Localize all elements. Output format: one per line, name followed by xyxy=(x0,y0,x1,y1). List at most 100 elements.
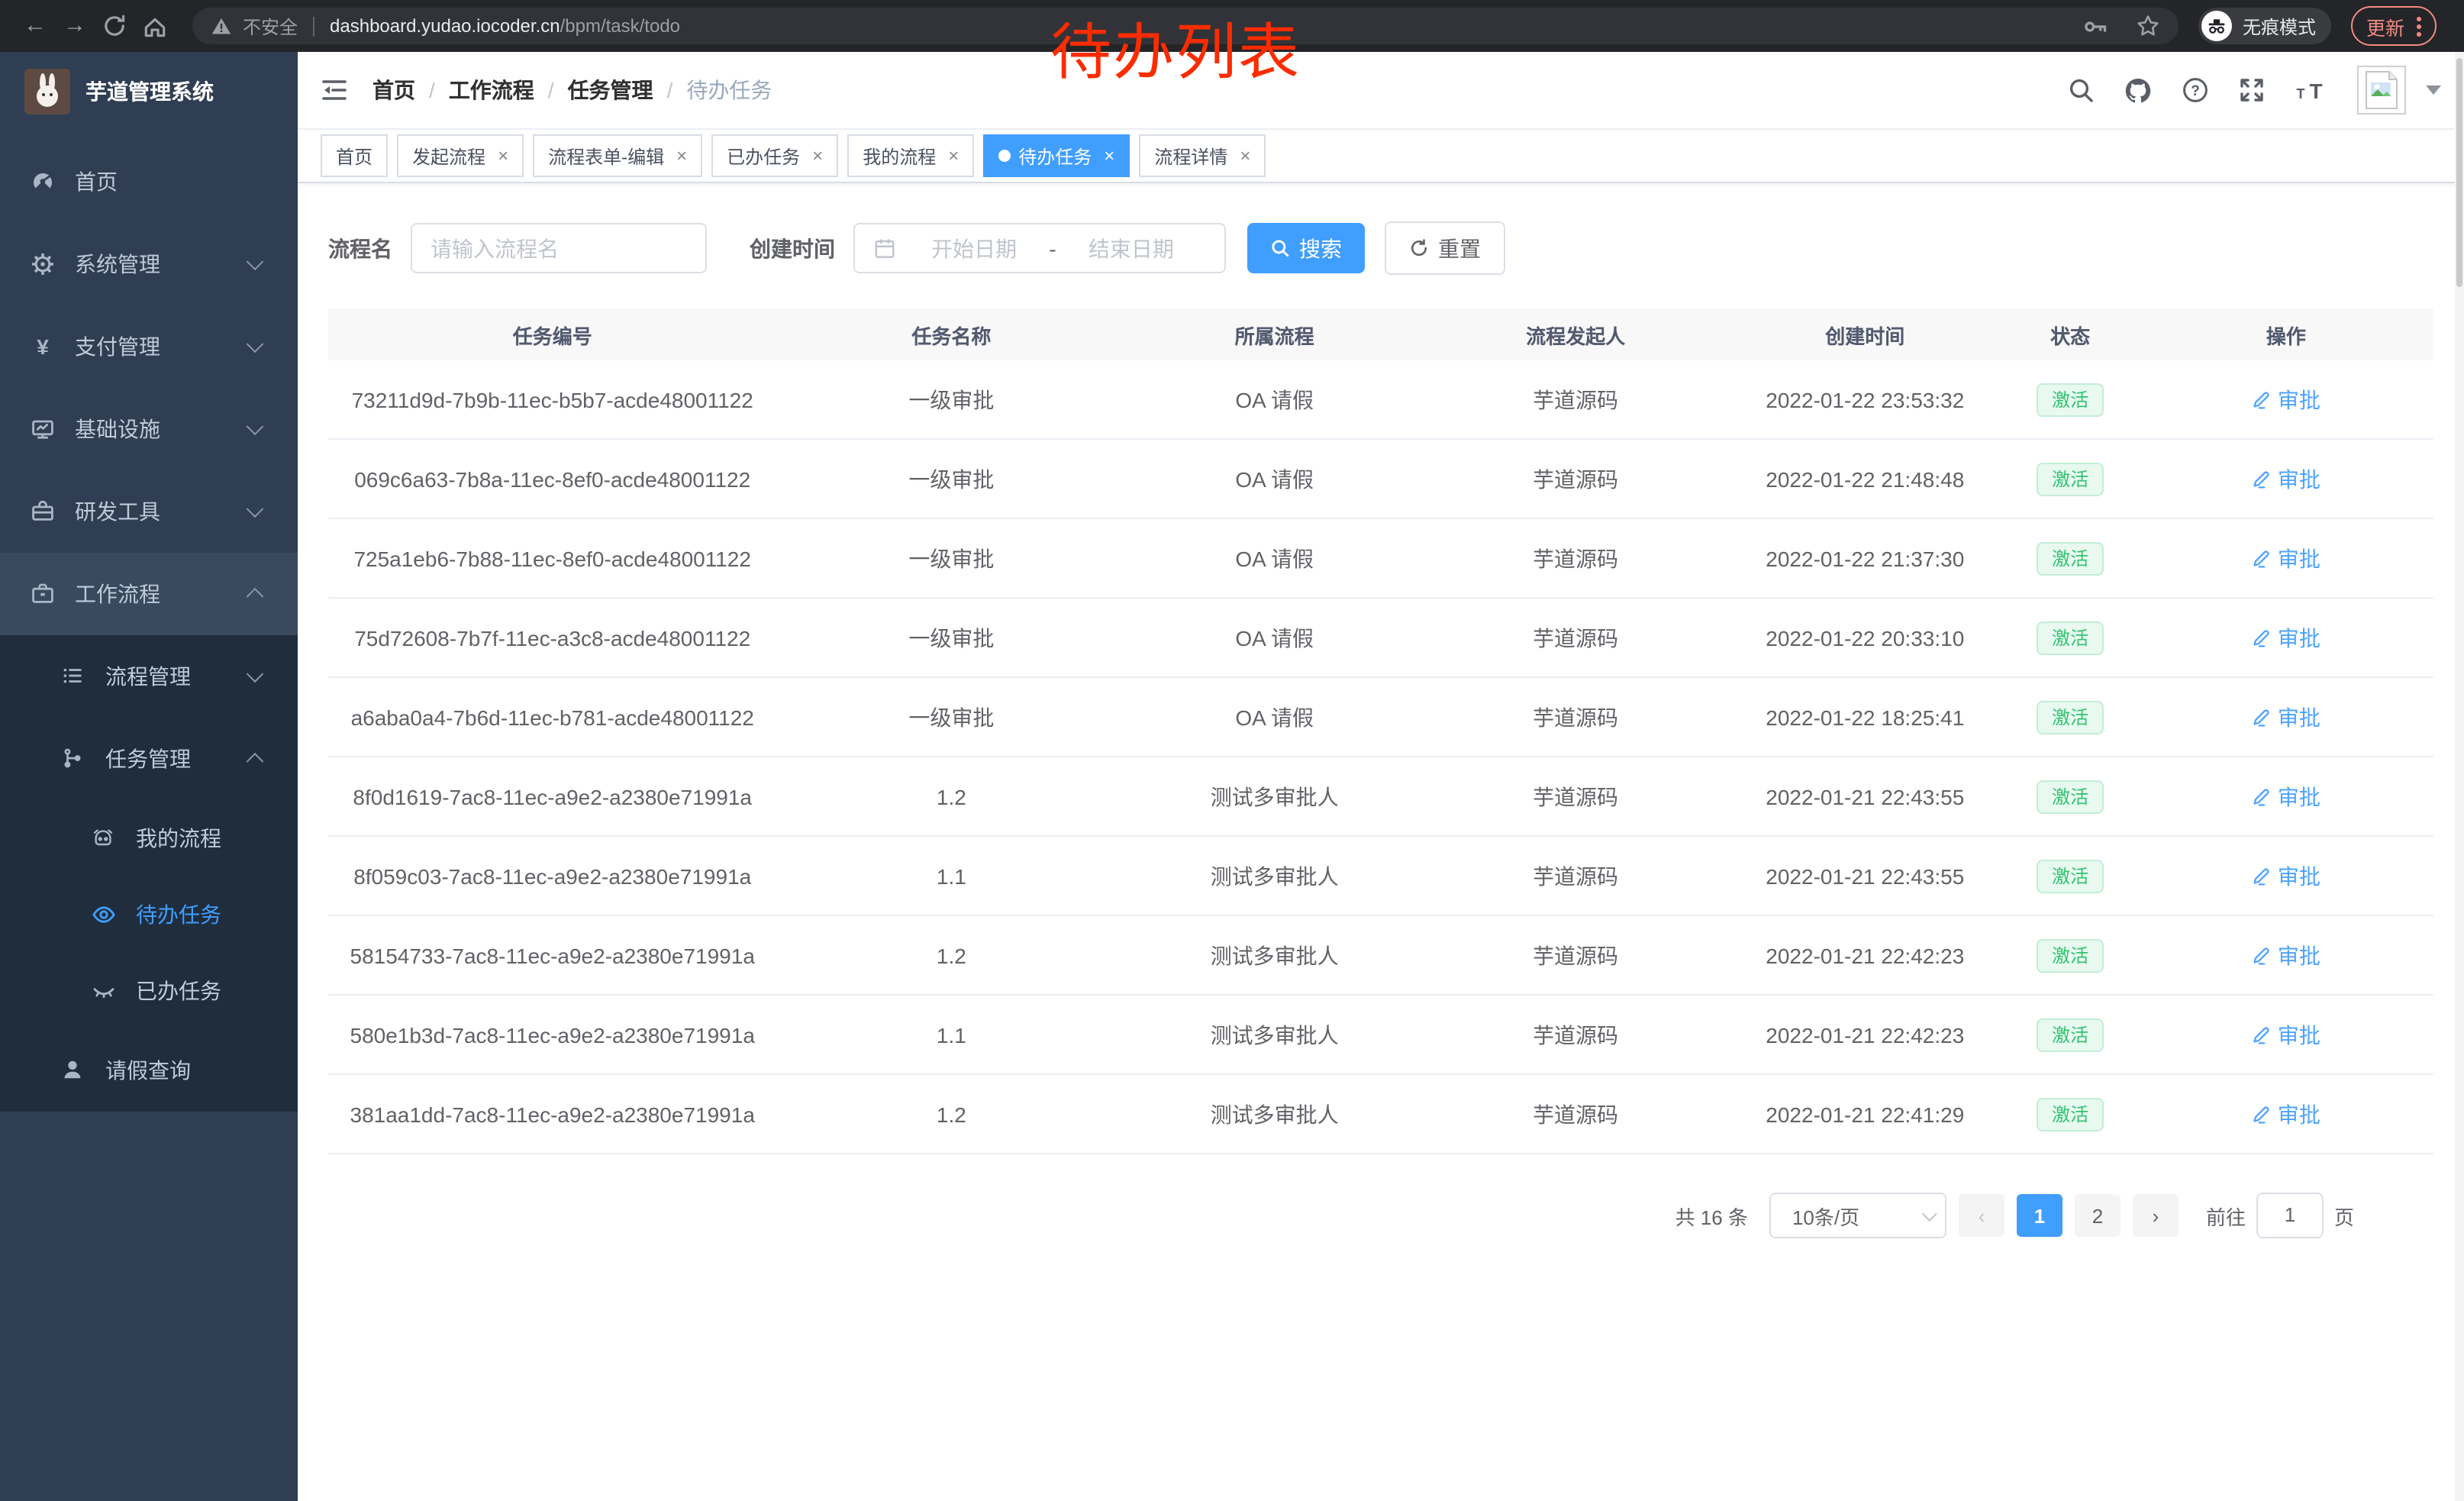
cell-status: 激活 xyxy=(2002,1074,2139,1154)
search-button[interactable]: 搜索 xyxy=(1247,223,1365,273)
avatar-caret-down-icon[interactable] xyxy=(2426,86,2441,95)
process-name-input[interactable]: 请输入流程名 xyxy=(411,223,707,273)
cell-task-name: 一级审批 xyxy=(776,360,1126,439)
start-date-placeholder[interactable]: 开始日期 xyxy=(899,233,1049,263)
url-host[interactable]: dashboard.yudao.iocoder.cn xyxy=(330,15,560,37)
cell-task-name: 一级审批 xyxy=(776,677,1126,757)
approve-link[interactable]: 审批 xyxy=(2252,1099,2320,1129)
sidebar-item-process-management[interactable]: 流程管理 xyxy=(0,635,298,718)
browser-menu-icon[interactable] xyxy=(2417,16,2421,36)
sidebar-item-label: 流程管理 xyxy=(105,661,191,692)
cell-actions: 审批 xyxy=(2139,915,2433,995)
browser-home-icon[interactable] xyxy=(134,13,174,39)
cell-process: OA 请假 xyxy=(1126,598,1423,677)
edit-pencil-icon xyxy=(2252,945,2272,965)
sidebar-item-task-management[interactable]: 任务管理 xyxy=(0,718,298,800)
cell-actions: 审批 xyxy=(2139,995,2433,1074)
sidebar-item-payment[interactable]: ¥ 支付管理 xyxy=(0,305,298,388)
browser-forward-icon[interactable]: → xyxy=(55,0,95,52)
sidebar-item-home[interactable]: 首页 xyxy=(0,140,298,223)
end-date-placeholder[interactable]: 结束日期 xyxy=(1056,233,1206,263)
page-button-2[interactable]: 2 xyxy=(2075,1194,2121,1237)
date-range-picker[interactable]: 开始日期 - 结束日期 xyxy=(853,223,1226,273)
table-row: 73211d9d-7b9b-11ec-b5b7-acde48001122 一级审… xyxy=(328,360,2433,439)
user-avatar[interactable] xyxy=(2357,66,2406,115)
close-icon[interactable]: × xyxy=(948,145,959,166)
approve-link[interactable]: 审批 xyxy=(2252,781,2320,812)
font-size-icon[interactable]: T T xyxy=(2295,76,2328,104)
tab-process-form-edit[interactable]: 流程表单-编辑× xyxy=(533,134,702,177)
browser-back-icon[interactable]: ← xyxy=(15,0,55,52)
col-actions: 操作 xyxy=(2139,308,2433,360)
browser-update-button[interactable]: 更新 xyxy=(2351,6,2437,46)
approve-link[interactable]: 审批 xyxy=(2252,702,2320,732)
scrollbar-thumb[interactable] xyxy=(2456,58,2462,287)
sidebar-item-workflow[interactable]: 工作流程 xyxy=(0,553,298,635)
tab-process-detail[interactable]: 流程详情× xyxy=(1139,134,1266,177)
page-button-1[interactable]: 1 xyxy=(2017,1194,2062,1237)
briefcase-icon xyxy=(31,582,55,606)
list-settings-icon xyxy=(61,664,85,689)
tab-done-tasks[interactable]: 已办任务× xyxy=(711,134,838,177)
close-icon[interactable]: × xyxy=(676,145,687,166)
url-path[interactable]: /bpm/task/todo xyxy=(560,15,680,37)
next-page-button[interactable]: › xyxy=(2133,1194,2179,1237)
not-secure-warning-icon[interactable] xyxy=(211,15,232,37)
reset-button[interactable]: 重置 xyxy=(1385,221,1505,275)
not-secure-label[interactable]: 不安全 xyxy=(243,13,298,39)
approve-link[interactable]: 审批 xyxy=(2252,622,2320,653)
prev-page-button[interactable]: ‹ xyxy=(1959,1194,2004,1237)
password-key-icon[interactable] xyxy=(2082,13,2108,39)
close-icon[interactable]: × xyxy=(498,145,508,166)
cell-task-id: 75d72608-7b7f-11ec-a3c8-acde48001122 xyxy=(328,598,776,677)
breadcrumb-workflow[interactable]: 工作流程 xyxy=(449,75,534,105)
breadcrumb-task-management[interactable]: 任务管理 xyxy=(568,75,653,105)
tab-todo-tasks[interactable]: 待办任务× xyxy=(983,134,1130,177)
table-row: a6aba0a4-7b6d-11ec-b781-acde48001122 一级审… xyxy=(328,677,2433,757)
sidebar-item-my-process[interactable]: 我的流程 xyxy=(0,800,298,876)
close-icon[interactable]: × xyxy=(1104,145,1114,166)
collapse-sidebar-icon[interactable] xyxy=(321,76,348,104)
browser-reload-icon[interactable] xyxy=(95,14,134,38)
tab-my-process[interactable]: 我的流程× xyxy=(847,134,974,177)
scrollbar[interactable] xyxy=(2455,52,2464,1501)
page-size-select[interactable]: 10条/页 xyxy=(1769,1193,1946,1238)
cell-initiator: 芋道源码 xyxy=(1423,518,1728,598)
sidebar-item-done-tasks[interactable]: 已办任务 xyxy=(0,953,298,1029)
approve-link[interactable]: 审批 xyxy=(2252,384,2320,415)
sidebar-item-leave-query[interactable]: 请假查询 xyxy=(0,1029,298,1112)
tab-start-process[interactable]: 发起流程× xyxy=(397,134,524,177)
edit-pencil-icon xyxy=(2252,548,2272,568)
search-icon[interactable] xyxy=(2067,76,2095,104)
table-row: 8f0d1619-7ac8-11ec-a9e2-a2380e71991a 1.2… xyxy=(328,757,2433,836)
fullscreen-icon[interactable] xyxy=(2238,76,2266,104)
sidebar-item-todo-tasks[interactable]: 待办任务 xyxy=(0,876,298,953)
cell-created: 2022-01-21 22:42:23 xyxy=(1728,995,2002,1074)
approve-link[interactable]: 审批 xyxy=(2252,1019,2320,1050)
goto-page-input[interactable]: 1 xyxy=(2256,1193,2324,1238)
close-icon[interactable]: × xyxy=(1240,145,1250,166)
sidebar-item-label: 系统管理 xyxy=(75,249,160,279)
approve-link[interactable]: 审批 xyxy=(2252,543,2320,573)
help-question-icon[interactable]: ? xyxy=(2182,76,2209,104)
close-icon[interactable]: × xyxy=(812,145,823,166)
sidebar-item-infrastructure[interactable]: 基础设施 xyxy=(0,388,298,470)
sidebar-item-devtools[interactable]: 研发工具 xyxy=(0,470,298,553)
bookmark-star-icon[interactable] xyxy=(2136,14,2160,38)
sidebar-item-label: 已办任务 xyxy=(136,976,221,1006)
cell-process: 测试多审批人 xyxy=(1126,836,1423,915)
cell-created: 2022-01-21 22:43:55 xyxy=(1728,757,2002,836)
update-label[interactable]: 更新 xyxy=(2366,11,2404,40)
sidebar-item-system[interactable]: 系统管理 xyxy=(0,223,298,305)
github-icon[interactable] xyxy=(2124,76,2153,105)
approve-link[interactable]: 审批 xyxy=(2252,463,2320,494)
status-badge: 激活 xyxy=(2037,621,2104,654)
process-name-label: 流程名 xyxy=(328,233,392,263)
svg-text:?: ? xyxy=(2191,83,2200,99)
pagination: 共 16 条 10条/页 ‹ 1 2 › 前往 1 页 xyxy=(328,1193,2433,1238)
approve-link[interactable]: 审批 xyxy=(2252,940,2320,970)
approve-link[interactable]: 审批 xyxy=(2252,860,2320,891)
tab-home[interactable]: 首页 xyxy=(321,134,388,177)
cell-task-id: 580e1b3d-7ac8-11ec-a9e2-a2380e71991a xyxy=(328,995,776,1074)
breadcrumb-home[interactable]: 首页 xyxy=(373,75,415,105)
